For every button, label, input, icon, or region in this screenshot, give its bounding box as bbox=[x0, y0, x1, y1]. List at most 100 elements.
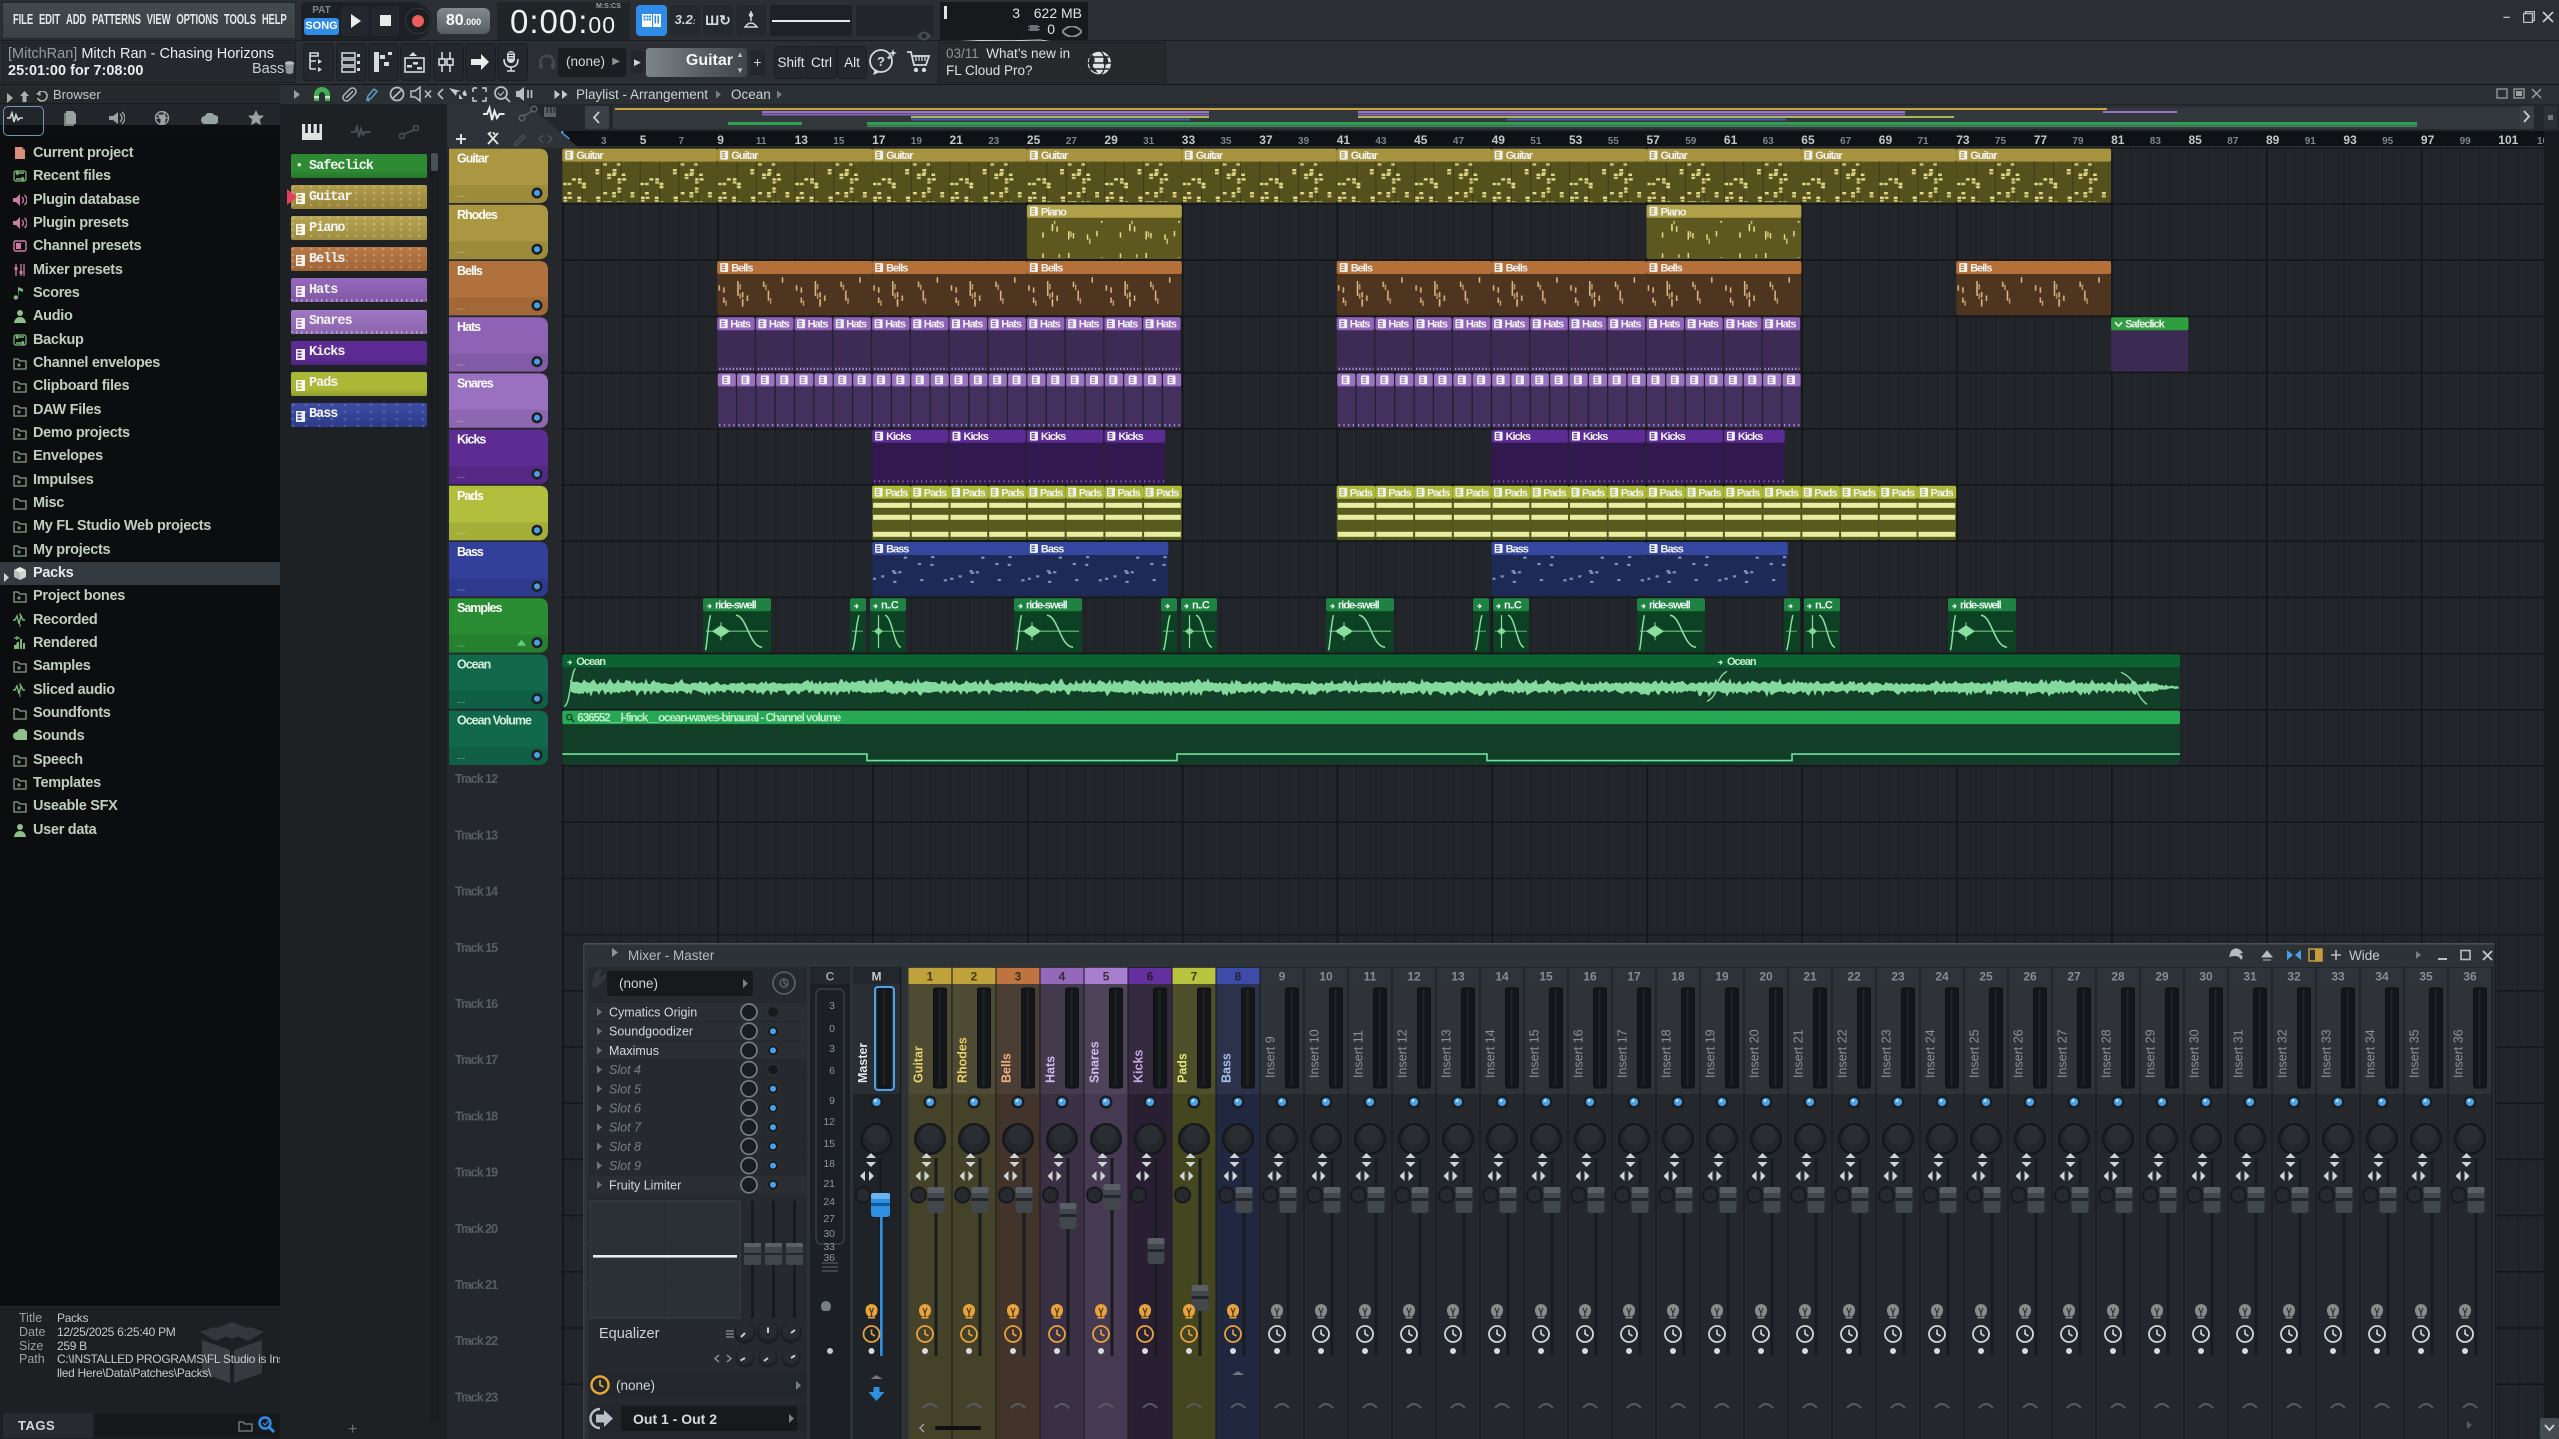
svg-text:Rhodes: Rhodes bbox=[956, 1037, 970, 1083]
svg-text:Bells: Bells bbox=[1041, 263, 1063, 275]
svg-text:Insert 15: Insert 15 bbox=[1528, 1029, 1542, 1078]
svg-text:Bells: Bells bbox=[731, 263, 753, 275]
svg-text:Ocean: Ocean bbox=[457, 657, 491, 671]
svg-text:4: 4 bbox=[1059, 970, 1066, 984]
svg-text:Pads: Pads bbox=[924, 487, 947, 499]
svg-text:Track 18: Track 18 bbox=[455, 1109, 498, 1123]
svg-text:18: 18 bbox=[823, 1158, 835, 1170]
svg-text:Track 12: Track 12 bbox=[455, 772, 498, 786]
svg-text:Track 17: Track 17 bbox=[455, 1053, 498, 1067]
svg-text:Insert 12: Insert 12 bbox=[1396, 1029, 1410, 1078]
svg-text:23: 23 bbox=[1891, 970, 1905, 984]
svg-text:Pads: Pads bbox=[1853, 487, 1876, 499]
svg-text:Hats: Hats bbox=[846, 319, 867, 331]
svg-text:Pads: Pads bbox=[1737, 487, 1760, 499]
svg-text:Insert 10: Insert 10 bbox=[1308, 1029, 1322, 1078]
svg-text:Bass: Bass bbox=[886, 544, 909, 556]
svg-text:Kicks: Kicks bbox=[1132, 1050, 1146, 1083]
svg-text:91: 91 bbox=[2305, 136, 2317, 147]
svg-text:34: 34 bbox=[2375, 970, 2389, 984]
svg-text:Hats: Hats bbox=[885, 319, 906, 331]
svg-text:Insert 30: Insert 30 bbox=[2188, 1029, 2202, 1078]
svg-text:Pads: Pads bbox=[1388, 487, 1411, 499]
svg-text:Insert 26: Insert 26 bbox=[2012, 1029, 2026, 1078]
svg-text:Hats: Hats bbox=[730, 319, 751, 331]
svg-text:36: 36 bbox=[2463, 970, 2477, 984]
svg-text:Kicks: Kicks bbox=[457, 433, 486, 447]
svg-text:Pads: Pads bbox=[1466, 487, 1489, 499]
svg-text:Hats: Hats bbox=[1505, 319, 1526, 331]
svg-text:89: 89 bbox=[2266, 133, 2280, 147]
svg-text:Track 21: Track 21 bbox=[455, 1278, 498, 1292]
svg-text:17: 17 bbox=[872, 133, 886, 147]
svg-text:(none): (none) bbox=[619, 976, 658, 991]
svg-text:8: 8 bbox=[1235, 970, 1242, 984]
svg-text:Kicks: Kicks bbox=[1506, 431, 1531, 443]
svg-text:Pads: Pads bbox=[1814, 487, 1837, 499]
svg-text:Guitar: Guitar bbox=[1196, 150, 1224, 162]
svg-text:32: 32 bbox=[2287, 970, 2301, 984]
svg-text:Bass: Bass bbox=[1661, 544, 1684, 556]
svg-text:61: 61 bbox=[1724, 133, 1738, 147]
svg-text:Pads: Pads bbox=[1892, 487, 1915, 499]
svg-text:53: 53 bbox=[1569, 133, 1583, 147]
svg-text:Hats: Hats bbox=[1466, 319, 1487, 331]
svg-text:Mixer - Master: Mixer - Master bbox=[628, 948, 715, 963]
svg-text:97: 97 bbox=[2421, 133, 2435, 147]
svg-text:...: ... bbox=[457, 582, 465, 593]
svg-text:Pads: Pads bbox=[1660, 487, 1683, 499]
svg-text:Piano: Piano bbox=[1041, 206, 1067, 218]
svg-text:25: 25 bbox=[1027, 133, 1041, 147]
svg-text:28: 28 bbox=[2111, 970, 2125, 984]
svg-text:59: 59 bbox=[1685, 136, 1697, 147]
svg-text:77: 77 bbox=[2034, 133, 2048, 147]
svg-text:Hats: Hats bbox=[1117, 319, 1138, 331]
svg-text:Hats: Hats bbox=[1044, 1056, 1058, 1083]
svg-text:9: 9 bbox=[829, 1095, 835, 1107]
svg-text:Fruity Limiter: Fruity Limiter bbox=[609, 1178, 681, 1192]
svg-text:Hats: Hats bbox=[1621, 319, 1642, 331]
svg-text:10: 10 bbox=[1319, 970, 1333, 984]
svg-text:Track 16: Track 16 bbox=[455, 997, 498, 1011]
svg-text:7: 7 bbox=[1191, 970, 1198, 984]
svg-text:51: 51 bbox=[1530, 136, 1542, 147]
svg-text:...: ... bbox=[457, 245, 465, 256]
svg-text:30: 30 bbox=[2199, 970, 2213, 984]
svg-text:24: 24 bbox=[823, 1196, 835, 1208]
svg-text:Track 22: Track 22 bbox=[455, 1334, 498, 1348]
svg-text:18: 18 bbox=[1671, 970, 1685, 984]
svg-text:Insert 14: Insert 14 bbox=[1484, 1029, 1498, 1078]
svg-text:13: 13 bbox=[795, 133, 809, 147]
svg-text:49: 49 bbox=[1492, 133, 1506, 147]
svg-text:55: 55 bbox=[1608, 136, 1620, 147]
svg-text:21: 21 bbox=[823, 1178, 835, 1190]
svg-text:Insert 29: Insert 29 bbox=[2144, 1029, 2158, 1078]
svg-text:...: ... bbox=[457, 639, 465, 650]
svg-text:35: 35 bbox=[1221, 136, 1233, 147]
svg-text:Insert 36: Insert 36 bbox=[2452, 1029, 2466, 1078]
svg-text:Pads: Pads bbox=[1621, 487, 1644, 499]
svg-text:Hats: Hats bbox=[963, 319, 984, 331]
svg-text:11: 11 bbox=[756, 136, 767, 147]
svg-text:63: 63 bbox=[1763, 136, 1775, 147]
svg-text:...: ... bbox=[457, 526, 465, 537]
svg-text:31: 31 bbox=[2243, 970, 2257, 984]
svg-text:Track 20: Track 20 bbox=[455, 1222, 498, 1236]
svg-text:3: 3 bbox=[1015, 970, 1022, 984]
svg-text:16: 16 bbox=[1583, 970, 1597, 984]
svg-text:Pads: Pads bbox=[1176, 1053, 1190, 1083]
svg-text:19: 19 bbox=[911, 136, 923, 147]
svg-text:Pads: Pads bbox=[1040, 487, 1063, 499]
svg-text:Master: Master bbox=[856, 1043, 870, 1083]
svg-text:65: 65 bbox=[1801, 133, 1815, 147]
svg-text:87: 87 bbox=[2227, 136, 2239, 147]
svg-text:Bells: Bells bbox=[457, 264, 483, 278]
svg-text:(none): (none) bbox=[616, 1378, 655, 1393]
svg-text:17: 17 bbox=[1627, 970, 1641, 984]
svg-text:Hats: Hats bbox=[1737, 319, 1758, 331]
svg-text:39: 39 bbox=[1298, 136, 1310, 147]
svg-text:Guitar: Guitar bbox=[1506, 150, 1534, 162]
svg-text:...: ... bbox=[457, 358, 465, 369]
svg-text:636552__l-finck__ocean-waves-b: 636552__l-finck__ocean-waves-binaural - … bbox=[577, 712, 841, 724]
svg-text:Insert 35: Insert 35 bbox=[2408, 1029, 2422, 1078]
